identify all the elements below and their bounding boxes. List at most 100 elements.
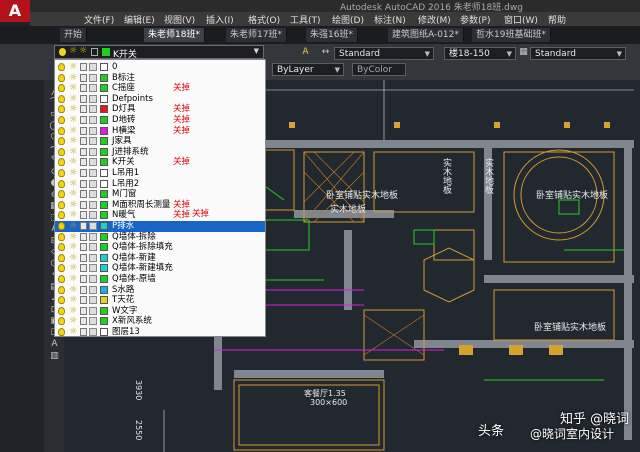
bulb-icon[interactable] bbox=[58, 126, 65, 135]
document-tab[interactable]: 建筑图纸A-012* bbox=[388, 28, 464, 42]
lock-icon[interactable] bbox=[80, 84, 87, 93]
layer-row[interactable]: ☼ W文字 bbox=[55, 306, 265, 317]
layer-row[interactable]: ☼ T天花 bbox=[55, 295, 265, 306]
plot-icon[interactable] bbox=[89, 169, 97, 177]
text-style-combo[interactable]: Standard ▼ bbox=[334, 47, 434, 60]
color-swatch[interactable] bbox=[100, 190, 108, 199]
plot-icon[interactable] bbox=[89, 147, 97, 156]
sun-icon[interactable]: ☼ bbox=[68, 253, 78, 264]
plot-icon[interactable] bbox=[89, 137, 97, 146]
sun-icon[interactable]: ☼ bbox=[68, 232, 78, 243]
layer-row[interactable]: ☼ S水路 bbox=[55, 285, 265, 296]
document-tab[interactable]: 朱老师17班* bbox=[226, 28, 287, 42]
bulb-icon[interactable] bbox=[58, 84, 65, 93]
plot-icon[interactable] bbox=[89, 179, 97, 188]
layer-row[interactable]: ☼ X新风系统 bbox=[55, 316, 265, 327]
layer-row[interactable]: ☼ C摇座 关掉 bbox=[55, 83, 265, 94]
bulb-icon[interactable] bbox=[58, 285, 65, 294]
plot-icon[interactable] bbox=[89, 73, 97, 82]
sun-icon[interactable]: ☼ bbox=[68, 104, 78, 115]
bulb-icon[interactable] bbox=[58, 116, 65, 124]
color-swatch[interactable] bbox=[100, 94, 108, 103]
lock-icon[interactable] bbox=[80, 190, 87, 199]
plot-icon[interactable] bbox=[89, 158, 97, 167]
document-tab[interactable]: 朱老师18班* bbox=[144, 28, 205, 42]
lock-icon[interactable] bbox=[80, 200, 87, 209]
plot-icon[interactable] bbox=[89, 190, 97, 199]
layer-row[interactable]: ☼ Q墙体-拆除 bbox=[55, 232, 265, 243]
document-tab[interactable]: 朱强16班* bbox=[306, 28, 358, 42]
color-swatch[interactable] bbox=[100, 84, 108, 93]
sun-icon[interactable]: ☼ bbox=[68, 147, 78, 158]
sun-icon[interactable]: ☼ bbox=[68, 136, 78, 147]
menu-item[interactable]: 绘图(D) bbox=[332, 13, 364, 26]
plot-icon[interactable] bbox=[89, 116, 97, 124]
sun-icon[interactable]: ☼ bbox=[68, 94, 78, 105]
autocad-logo[interactable]: A bbox=[0, 0, 30, 22]
lock-icon[interactable] bbox=[80, 243, 87, 252]
bulb-icon[interactable] bbox=[58, 275, 65, 283]
bulb-icon[interactable] bbox=[58, 264, 65, 273]
layer-row[interactable]: ☼ H横梁 关掉 bbox=[55, 126, 265, 137]
lock-icon[interactable] bbox=[80, 275, 87, 283]
lock-icon[interactable] bbox=[80, 158, 87, 167]
lock-icon[interactable] bbox=[80, 147, 87, 156]
color-swatch[interactable] bbox=[100, 169, 108, 177]
plot-icon[interactable] bbox=[89, 243, 97, 252]
lock-icon[interactable] bbox=[80, 306, 87, 315]
sun-icon[interactable]: ☼ bbox=[68, 126, 78, 137]
bulb-icon[interactable] bbox=[58, 190, 65, 199]
plot-icon[interactable] bbox=[89, 126, 97, 135]
lock-icon[interactable] bbox=[80, 137, 87, 146]
menu-item[interactable]: 标注(N) bbox=[374, 13, 406, 26]
bulb-icon[interactable] bbox=[58, 306, 65, 315]
bulb-icon[interactable] bbox=[58, 63, 65, 71]
bulb-icon[interactable] bbox=[58, 253, 65, 262]
document-tab[interactable]: 开始 bbox=[60, 28, 88, 42]
sun-icon[interactable]: ☼ bbox=[68, 168, 78, 179]
bulb-icon[interactable] bbox=[58, 158, 65, 167]
lock-icon[interactable] bbox=[80, 285, 87, 294]
linetype-combo[interactable]: ByLayer ▼ bbox=[272, 63, 344, 76]
plot-icon[interactable] bbox=[89, 317, 97, 326]
layer-row[interactable]: ☼ M门窗 bbox=[55, 189, 265, 200]
bulb-icon[interactable] bbox=[58, 222, 65, 230]
plot-icon[interactable] bbox=[89, 306, 97, 315]
sun-icon[interactable]: ☼ bbox=[68, 83, 78, 94]
plot-icon[interactable] bbox=[89, 232, 97, 241]
sun-icon[interactable]: ☼ bbox=[68, 179, 78, 190]
plot-icon[interactable] bbox=[89, 222, 97, 230]
color-swatch[interactable] bbox=[100, 296, 108, 305]
sun-icon[interactable]: ☼ bbox=[68, 295, 78, 306]
lock-icon[interactable] bbox=[80, 222, 87, 230]
menu-item[interactable]: 参数(P) bbox=[460, 13, 490, 26]
sun-icon[interactable]: ☼ bbox=[68, 73, 78, 84]
layer-row[interactable]: ☼ B标注 bbox=[55, 73, 265, 84]
layer-row[interactable]: ☼ N暖气 关掉 bbox=[55, 210, 265, 221]
color-swatch[interactable] bbox=[100, 158, 108, 167]
plot-icon[interactable] bbox=[89, 264, 97, 273]
plot-icon[interactable] bbox=[89, 328, 97, 336]
lock-icon[interactable] bbox=[80, 211, 87, 220]
menu-item[interactable]: 插入(I) bbox=[206, 13, 234, 26]
lock-icon[interactable] bbox=[80, 264, 87, 273]
lock-icon[interactable] bbox=[80, 105, 87, 114]
color-swatch[interactable] bbox=[100, 73, 108, 82]
menu-item[interactable]: 视图(V) bbox=[164, 13, 195, 26]
lock-icon[interactable] bbox=[80, 328, 87, 336]
sun-icon[interactable]: ☼ bbox=[68, 274, 78, 285]
lock-icon[interactable] bbox=[80, 73, 87, 82]
plot-icon[interactable] bbox=[89, 253, 97, 262]
layer-row[interactable]: ☼ 图层13 bbox=[55, 327, 265, 336]
layer-row[interactable]: ☼ K开关 关掉 bbox=[55, 157, 265, 168]
sun-icon[interactable]: ☼ bbox=[68, 62, 78, 73]
sun-icon[interactable]: ☼ bbox=[68, 115, 78, 126]
color-swatch[interactable] bbox=[100, 211, 108, 220]
bulb-icon[interactable] bbox=[58, 243, 65, 252]
dim-style-icon[interactable]: ↔ bbox=[320, 47, 331, 58]
bulb-icon[interactable] bbox=[58, 328, 65, 336]
bulb-icon[interactable] bbox=[58, 94, 65, 103]
menu-item[interactable]: 修改(M) bbox=[418, 13, 451, 26]
bulb-icon[interactable] bbox=[58, 73, 65, 82]
bulb-icon[interactable] bbox=[58, 147, 65, 156]
